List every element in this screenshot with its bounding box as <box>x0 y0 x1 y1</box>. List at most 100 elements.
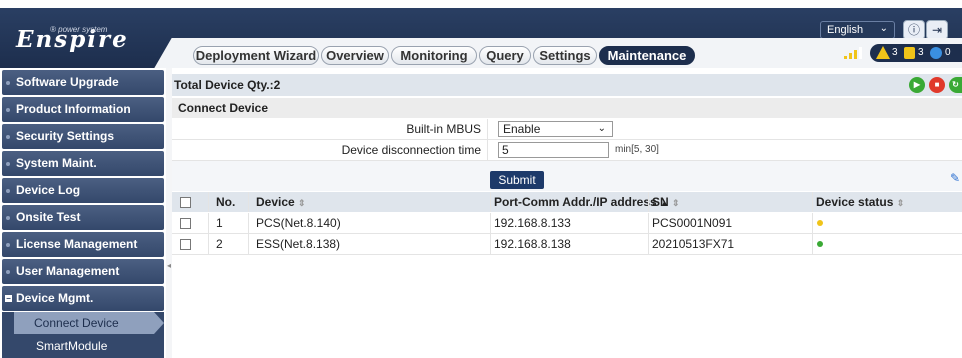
sidebar-subitem-smartmodule[interactable]: SmartModule <box>2 335 164 358</box>
stop-icon[interactable]: ■ <box>929 77 945 93</box>
bullet-icon <box>6 270 10 274</box>
minor-alarm-count: 3 <box>918 47 924 58</box>
row-address: 192.168.8.133 <box>494 216 571 230</box>
tab-monitoring[interactable]: Monitoring <box>391 46 477 65</box>
sidebar-item-label: Security Settings <box>16 129 115 143</box>
sidebar-item-system-maint[interactable]: System Maint. <box>2 151 164 176</box>
submit-bar <box>172 161 962 191</box>
mbus-value: Enable <box>503 122 541 136</box>
column-divider <box>490 213 491 233</box>
tab-overview[interactable]: Overview <box>321 46 389 65</box>
bullet-icon <box>6 162 10 166</box>
section-title: Connect Device <box>172 98 962 118</box>
tab-settings[interactable]: Settings <box>533 46 597 65</box>
row-sn: 20210513FX71 <box>652 237 735 251</box>
sidebar-item-onsite-test[interactable]: Onsite Test <box>2 205 164 230</box>
row-device: ESS(Net.8.138) <box>256 237 341 251</box>
toolbar: Total Device Qty.:2 ▶ ■ ↻ <box>172 74 962 96</box>
sidebar-item-label: System Maint. <box>16 156 97 170</box>
select-all-checkbox[interactable] <box>180 197 191 208</box>
tab-deployment-wizard[interactable]: Deployment Wizard <box>193 46 319 65</box>
row-sn: PCS0001N091 <box>652 216 733 230</box>
column-divider <box>812 234 813 254</box>
major-alarm-count: 3 <box>892 47 898 58</box>
table-row[interactable]: 2 ESS(Net.8.138) 192.168.8.138 20210513F… <box>172 234 962 255</box>
alarm-summary[interactable]: 3 3 0 <box>870 44 962 62</box>
submit-button[interactable]: Submit <box>490 171 544 189</box>
bullet-icon <box>6 108 10 112</box>
sidebar-item-product-information[interactable]: Product Information <box>2 97 164 122</box>
row-device: PCS(Net.8.140) <box>256 216 341 230</box>
logo-tagline: ® power system <box>50 25 108 34</box>
column-divider <box>812 192 813 212</box>
language-select[interactable]: English ⌄ <box>820 21 895 39</box>
main-content: Total Device Qty.:2 ▶ ■ ↻ Connect Device… <box>172 68 962 358</box>
total-device-qty: Total Device Qty.:2 <box>174 78 281 92</box>
sidebar-item-license-management[interactable]: License Management <box>2 232 164 257</box>
row-no: 1 <box>216 216 223 230</box>
sidebar-item-label: Device Mgmt. <box>16 291 94 305</box>
sidebar-item-label: Product Information <box>16 102 131 116</box>
sidebar-item-user-management[interactable]: User Management <box>2 259 164 284</box>
column-header-sn[interactable]: SN ⇕ <box>652 192 680 212</box>
column-divider <box>208 234 209 254</box>
bullet-icon <box>6 216 10 220</box>
sidebar: Software Upgrade Product Information Sec… <box>0 68 166 358</box>
tab-query[interactable]: Query <box>479 46 531 65</box>
collapse-icon: − <box>5 294 12 303</box>
column-header-label: Port-Comm Addr./IP address <box>494 195 657 209</box>
signal-icon <box>844 47 862 59</box>
column-header-no: No. <box>216 195 236 209</box>
sidebar-item-security-settings[interactable]: Security Settings <box>2 124 164 149</box>
column-header-label: SN <box>652 195 669 209</box>
column-divider <box>648 192 649 212</box>
edit-icon[interactable]: ✎ <box>950 171 960 185</box>
row-address: 192.168.8.138 <box>494 237 571 251</box>
column-divider <box>490 234 491 254</box>
column-divider <box>248 213 249 233</box>
row-checkbox[interactable] <box>180 218 191 229</box>
mbus-select[interactable]: Enable ⌄ <box>498 121 613 137</box>
sidebar-item-label: Onsite Test <box>16 210 81 224</box>
column-header-label: Device <box>256 195 295 209</box>
table-row[interactable]: 1 PCS(Net.8.140) 192.168.8.133 PCS0001N0… <box>172 213 962 234</box>
refresh-icon[interactable]: ↻ <box>949 77 962 93</box>
column-header-device[interactable]: Device ⇕ <box>256 192 306 212</box>
sidebar-item-device-mgmt[interactable]: − Device Mgmt. <box>2 286 164 311</box>
start-icon[interactable]: ▶ <box>909 77 925 93</box>
chevron-down-icon: ⌄ <box>597 123 606 134</box>
disconnect-time-input[interactable]: 5 <box>498 142 609 158</box>
column-header-address[interactable]: Port-Comm Addr./IP address ▲ <box>494 192 669 212</box>
column-divider <box>248 234 249 254</box>
warning-alarm-count: 0 <box>945 47 951 58</box>
top-strip <box>0 0 962 8</box>
column-header-label: Device status <box>816 195 894 209</box>
disconnect-range-hint: min[5, 30] <box>615 144 659 155</box>
column-divider <box>648 234 649 254</box>
sidebar-item-label: Software Upgrade <box>16 75 119 89</box>
collapse-arrow-icon[interactable]: ◂ <box>167 261 171 270</box>
disconnect-label: Device disconnection time <box>172 140 488 160</box>
sort-icon: ⇕ <box>298 198 306 208</box>
column-divider <box>812 213 813 233</box>
sidebar-subitem-connect-device[interactable]: Connect Device <box>14 312 164 334</box>
major-alarm-icon <box>876 46 890 59</box>
row-no: 2 <box>216 237 223 251</box>
info-icon[interactable]: ⓘ <box>903 20 925 40</box>
column-divider <box>490 192 491 212</box>
sidebar-item-software-upgrade[interactable]: Software Upgrade <box>2 70 164 95</box>
form-row-mbus: Built-in MBUS Enable ⌄ <box>172 119 962 140</box>
row-checkbox[interactable] <box>180 239 191 250</box>
column-header-status[interactable]: Device status ⇕ <box>816 192 904 212</box>
tab-maintenance[interactable]: Maintenance <box>599 46 695 65</box>
logout-icon[interactable]: ⇥ <box>926 20 948 40</box>
column-divider <box>648 213 649 233</box>
warning-alarm-icon <box>930 47 942 59</box>
sidebar-item-device-log[interactable]: Device Log <box>2 178 164 203</box>
sort-icon: ⇕ <box>896 198 905 208</box>
mbus-label: Built-in MBUS <box>172 119 488 139</box>
bullet-icon <box>6 135 10 139</box>
sort-icon: ⇕ <box>672 198 680 208</box>
bullet-icon <box>6 81 10 85</box>
sidebar-item-label: User Management <box>16 264 120 278</box>
